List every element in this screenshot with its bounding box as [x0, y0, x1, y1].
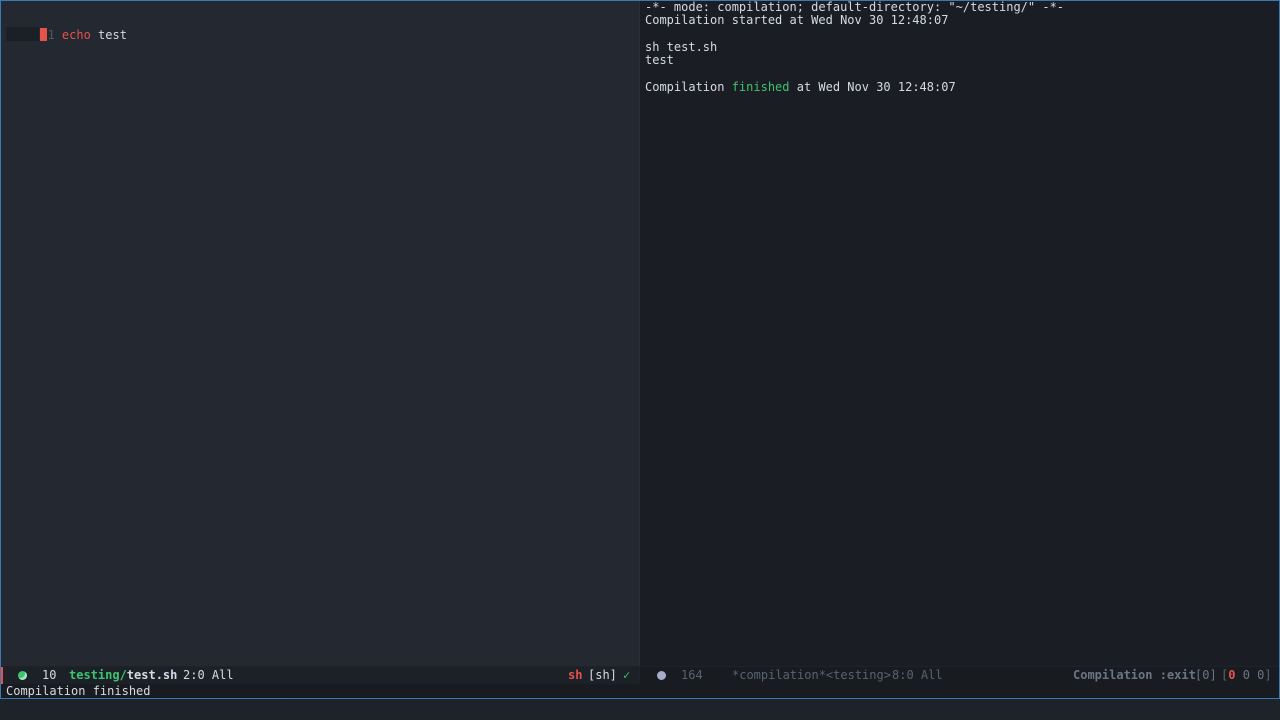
buffer-dir: testing/ [69, 668, 127, 682]
whale-icon [243, 667, 288, 699]
compilation-output: test [645, 53, 674, 67]
current-line-highlight [6, 27, 39, 41]
buffer-state-icon-inactive [657, 671, 666, 680]
buffer-state-icon [18, 671, 27, 680]
finished-suffix: at Wed Nov 30 12:48:07 [789, 80, 956, 94]
editor-line-1[interactable]: 1 echo test [1, 14, 127, 42]
echo-area[interactable]: Compilation finished [1, 684, 1279, 698]
echo-message: Compilation finished [6, 684, 151, 698]
echo-keyword: echo [61, 28, 91, 42]
modeline-buffer-name[interactable]: testing/test.sh [69, 667, 177, 684]
finished-prefix: Compilation [645, 80, 732, 94]
buffer-file: test.sh [126, 668, 178, 682]
compilation-started: Compilation started at Wed Nov 30 12:48:… [645, 13, 949, 27]
compilation-finished-line: Compilation finished at Wed Nov 30 12:48… [645, 81, 956, 94]
warning-count: 0 [1242, 668, 1250, 682]
modeline-position: 2:0 All [183, 668, 234, 682]
exit-code: [0] [1195, 668, 1217, 682]
text-cursor [40, 28, 47, 41]
modeline-left-count: 10 [42, 668, 57, 682]
counts-close: ] [1264, 668, 1272, 682]
finished-word: finished [731, 80, 790, 94]
modeline-right-position: 8:0 All [892, 668, 943, 682]
major-mode-bracket: [sh] [588, 668, 617, 682]
modeline-right[interactable]: 164 *compilation*<testing> 8:0 All Compi… [640, 667, 1279, 698]
error-counts[interactable]: [0 0 0] [1221, 667, 1272, 684]
echo-argument: test [90, 28, 127, 42]
modeline-left[interactable]: 10 testing/test.sh 2:0 All sh [sh] ✓ [1, 667, 639, 699]
compilation-pane[interactable]: -*- mode: compilation; default-directory… [640, 1, 1279, 666]
major-mode[interactable]: sh [568, 667, 582, 684]
active-window-indicator [1, 667, 3, 684]
checker-ok-icon[interactable]: ✓ [623, 667, 630, 684]
editor-pane[interactable]: 1 echo test [1, 1, 639, 666]
compilation-buffer-name[interactable]: *compilation*<testing> [732, 667, 891, 684]
compilation-status-label: Compilation :exit [1073, 668, 1196, 682]
modeline-right-count: 164 [681, 668, 703, 682]
